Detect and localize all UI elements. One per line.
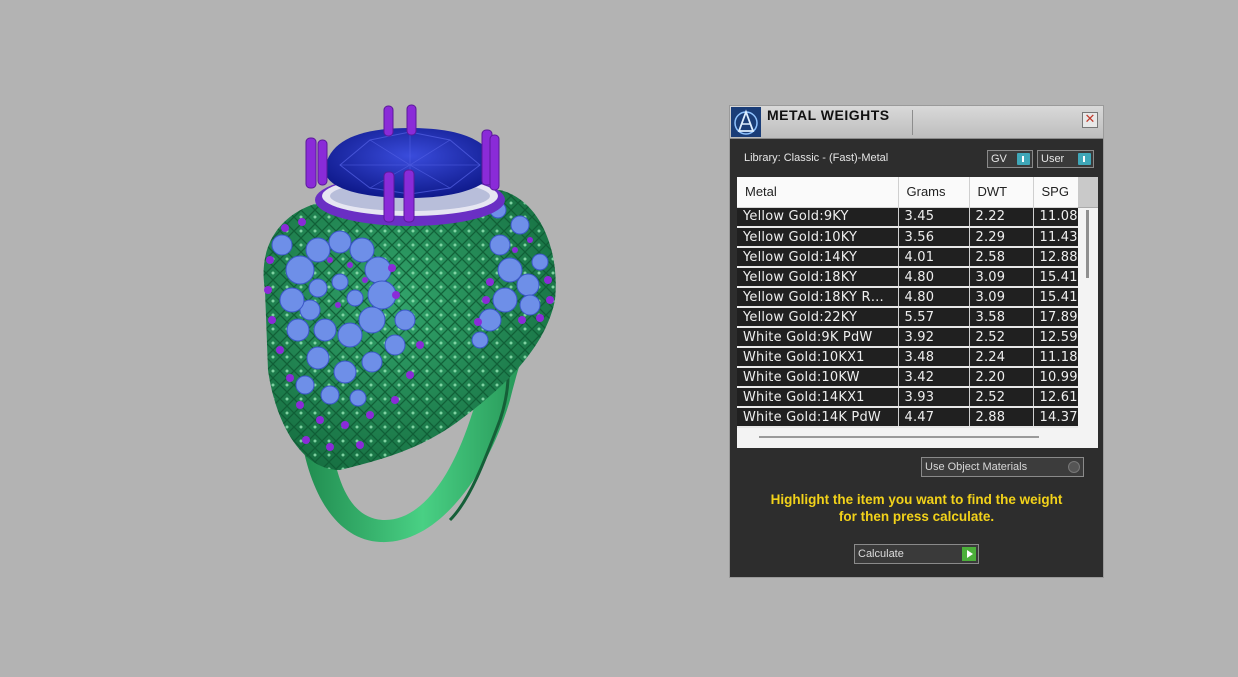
user-toggle[interactable]: User <box>1037 150 1094 168</box>
column-header-grams[interactable]: Grams <box>898 177 970 208</box>
column-header-metal[interactable]: Metal <box>737 177 899 208</box>
cell-grams: 4.01 <box>898 247 970 268</box>
cell-metal: White Gold:14K PdW <box>737 407 899 428</box>
cell-grams: 3.48 <box>898 347 970 368</box>
cell-dwt: 3.09 <box>969 287 1034 308</box>
table-row[interactable]: White Gold:10KW 3.42 2.20 10.99 <box>737 367 1098 388</box>
cell-grams: 5.57 <box>898 307 970 328</box>
cell-dwt: 2.22 <box>969 207 1034 228</box>
cell-spg: 15.41 <box>1033 267 1079 288</box>
cell-metal: White Gold:14KX1 <box>737 387 899 408</box>
cell-spg: 17.89 <box>1033 307 1079 328</box>
table-header-row: Metal Grams DWT SPG <box>737 177 1098 208</box>
cell-grams: 3.56 <box>898 227 970 248</box>
cell-grams: 4.80 <box>898 267 970 288</box>
table-row[interactable]: White Gold:14KX1 3.93 2.52 12.61 <box>737 387 1098 408</box>
cell-dwt: 2.20 <box>969 367 1034 388</box>
cell-dwt: 2.52 <box>969 327 1034 348</box>
cell-dwt: 2.88 <box>969 407 1034 428</box>
play-arrow-icon <box>962 547 976 561</box>
table-row[interactable]: Yellow Gold:22KY 5.57 3.58 17.89 <box>737 307 1098 328</box>
cell-metal: Yellow Gold:14KY <box>737 247 899 268</box>
radio-circle-icon <box>1068 461 1080 473</box>
cell-metal: White Gold:9K PdW <box>737 327 899 348</box>
close-button[interactable]: ✕ <box>1082 112 1098 128</box>
gv-toggle[interactable]: GV <box>987 150 1033 168</box>
table-row[interactable]: White Gold:9K PdW 3.92 2.52 12.59 <box>737 327 1098 348</box>
cell-metal: White Gold:10KX1 <box>737 347 899 368</box>
cell-spg: 10.99 <box>1033 367 1079 388</box>
table-row[interactable]: Yellow Gold:10KY 3.56 2.29 11.43 <box>737 227 1098 248</box>
user-toggle-switch-icon <box>1078 153 1091 165</box>
cell-metal: Yellow Gold:10KY <box>737 227 899 248</box>
close-icon: ✕ <box>1084 112 1096 127</box>
cell-grams: 3.92 <box>898 327 970 348</box>
cell-metal: Yellow Gold:18KY <box>737 267 899 288</box>
cell-grams: 4.80 <box>898 287 970 308</box>
table-row[interactable]: Yellow Gold:18KY R… 4.80 3.09 15.41 <box>737 287 1098 308</box>
table-row[interactable]: White Gold:14K PdW 4.47 2.88 14.37 <box>737 407 1098 428</box>
cell-spg: 12.61 <box>1033 387 1079 408</box>
cell-grams: 3.45 <box>898 207 970 228</box>
table-row[interactable]: Yellow Gold:18KY 4.80 3.09 15.41 <box>737 267 1098 288</box>
cell-dwt: 2.58 <box>969 247 1034 268</box>
scrollbar-header-cap <box>1078 177 1098 208</box>
gv-toggle-label: GV <box>991 153 1007 165</box>
panel-titlebar[interactable]: METAL WEIGHTS ✕ <box>730 106 1103 139</box>
table-row[interactable]: White Gold:10KX1 3.48 2.24 11.18 <box>737 347 1098 368</box>
cell-metal: Yellow Gold:9KY <box>737 207 899 228</box>
use-object-materials-dropdown[interactable]: Use Object Materials <box>921 457 1084 477</box>
cell-dwt: 3.58 <box>969 307 1034 328</box>
table-row[interactable]: Yellow Gold:14KY 4.01 2.58 12.88 <box>737 247 1098 268</box>
user-toggle-label: User <box>1041 153 1065 165</box>
cell-grams: 3.42 <box>898 367 970 388</box>
use-object-materials-label: Use Object Materials <box>925 461 1028 473</box>
vertical-scrollbar[interactable] <box>1078 177 1098 448</box>
cell-spg: 12.59 <box>1033 327 1079 348</box>
cell-spg: 11.08 <box>1033 207 1079 228</box>
panel-title: METAL WEIGHTS <box>767 107 890 123</box>
metal-weights-panel: METAL WEIGHTS ✕ Library: Classic - (Fast… <box>729 105 1104 578</box>
calculate-button[interactable]: Calculate <box>854 544 979 564</box>
app-logo-icon <box>731 107 761 137</box>
horizontal-scroll-track[interactable] <box>759 436 1039 438</box>
cell-dwt: 2.24 <box>969 347 1034 368</box>
cell-dwt: 3.09 <box>969 267 1034 288</box>
cell-spg: 14.37 <box>1033 407 1079 428</box>
column-header-dwt[interactable]: DWT <box>969 177 1034 208</box>
library-label: Library: Classic - (Fast)-Metal <box>744 152 889 164</box>
instruction-text: Highlight the item you want to find the … <box>730 491 1103 525</box>
instruction-line-2: for then press calculate. <box>838 509 995 524</box>
table-row[interactable]: Yellow Gold:9KY 3.45 2.22 11.08 <box>737 207 1098 228</box>
cell-dwt: 2.52 <box>969 387 1034 408</box>
calculate-label: Calculate <box>858 548 904 560</box>
column-header-spg[interactable]: SPG <box>1033 177 1079 208</box>
ring-model <box>263 104 556 543</box>
cell-grams: 4.47 <box>898 407 970 428</box>
cell-spg: 12.88 <box>1033 247 1079 268</box>
cell-metal: Yellow Gold:18KY R… <box>737 287 899 308</box>
metal-table[interactable]: Metal Grams DWT SPG Yellow Gold:9KY 3.45 2… <box>737 177 1098 448</box>
cell-dwt: 2.29 <box>969 227 1034 248</box>
cell-spg: 11.43 <box>1033 227 1079 248</box>
cell-metal: Yellow Gold:22KY <box>737 307 899 328</box>
instruction-line-1: Highlight the item you want to find the … <box>770 492 1063 507</box>
cell-spg: 15.41 <box>1033 287 1079 308</box>
vertical-scroll-thumb[interactable] <box>1086 210 1089 278</box>
table-body: Yellow Gold:9KY 3.45 2.22 11.08 Yellow Gold:… <box>737 207 1098 428</box>
title-separator <box>912 110 913 135</box>
cell-grams: 3.93 <box>898 387 970 408</box>
3d-viewport[interactable] <box>0 0 700 677</box>
cell-metal: White Gold:10KW <box>737 367 899 388</box>
cell-spg: 11.18 <box>1033 347 1079 368</box>
gv-toggle-switch-icon <box>1017 153 1030 165</box>
